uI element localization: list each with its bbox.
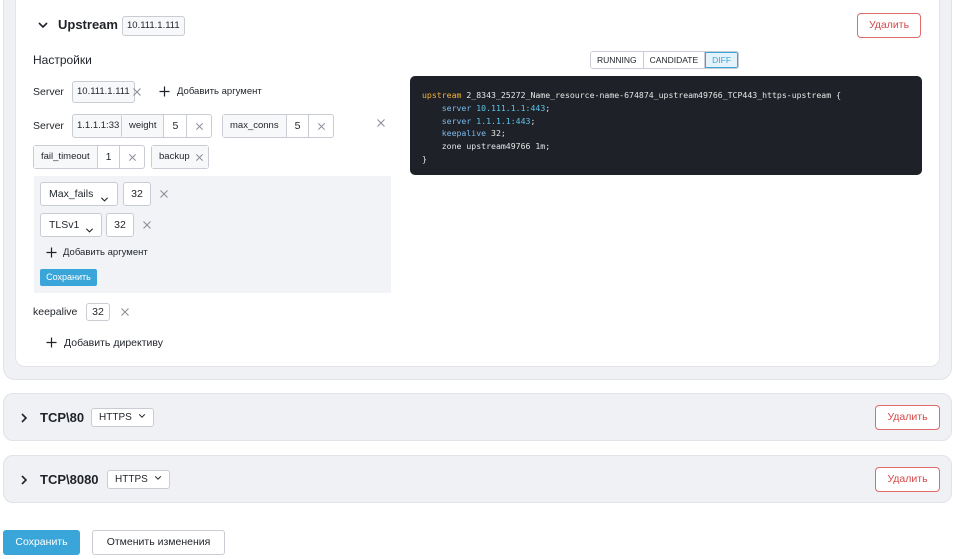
max-fails-select[interactable]: Max_fails [40, 182, 118, 206]
tls-remove-icon[interactable] [142, 220, 152, 230]
chevron-down-icon [100, 190, 109, 202]
tls-label: TLSv1 [49, 219, 80, 231]
tcp8080-delete-button[interactable]: Удалить [875, 467, 940, 492]
max-fails-remove-icon[interactable] [159, 189, 169, 199]
weight-key: weight [122, 115, 165, 137]
chevron-right-icon[interactable] [18, 412, 30, 424]
tcp8080-title: TCP\8080 [40, 472, 99, 487]
chevron-down-icon [85, 221, 94, 233]
max-fails-value[interactable]: 32 [123, 182, 151, 206]
tls-value[interactable]: 32 [106, 213, 134, 237]
max-conns-key: max_conns [223, 115, 287, 137]
cancel-changes-button[interactable]: Отменить изменения [92, 530, 225, 555]
add-directive-link[interactable]: Добавить директиву [64, 337, 163, 349]
fail-timeout-key: fail_timeout [34, 146, 98, 168]
code-text: } [422, 153, 427, 164]
upstream-delete-button[interactable]: Удалить [857, 13, 921, 38]
weight-remove-icon[interactable] [187, 115, 211, 137]
save-button[interactable]: Сохранить [3, 530, 80, 555]
fail-timeout-value[interactable]: 1 [98, 146, 121, 168]
server2-remove-icon[interactable] [376, 118, 386, 128]
fail-timeout-remove-icon[interactable] [120, 146, 144, 168]
server1-remove-icon[interactable] [132, 87, 142, 97]
server1-value[interactable]: 10.111.1.111 [72, 81, 135, 103]
view-tabs: RUNNING CANDIDATE DIFF [590, 51, 740, 69]
plus-icon[interactable] [159, 86, 170, 97]
keepalive-remove-icon[interactable] [120, 307, 130, 317]
tcp80-protocol-select[interactable]: HTTPS [91, 408, 154, 427]
server2-label: Server [33, 120, 64, 132]
tcp80-title: TCP\80 [40, 410, 85, 425]
keepalive-label: keepalive [33, 306, 78, 318]
code-keyword: keepalive [441, 128, 487, 139]
code-text: zone upstream49766 1m; [441, 141, 551, 152]
code-text: 32; [486, 128, 506, 139]
chevron-right-icon[interactable] [18, 474, 30, 486]
config-preview: upstream 2_8343_25272_Name_resource-name… [410, 76, 922, 175]
panel-save-button[interactable]: Сохранить [40, 269, 97, 286]
tcp8080-protocol-label: HTTPS [115, 474, 148, 485]
tcp8080-protocol-select[interactable]: HTTPS [107, 470, 170, 489]
server2-value[interactable]: 1.1.1.1:33 [72, 114, 125, 138]
tab-running[interactable]: RUNNING [591, 52, 644, 68]
tab-diff[interactable]: DIFF [705, 52, 739, 68]
upstream-ip-tag: 10.111.1.111 [122, 16, 185, 36]
settings-title: Настройки [33, 53, 92, 67]
fail-timeout-chip: fail_timeout 1 [33, 145, 146, 169]
keepalive-value[interactable]: 32 [86, 303, 110, 321]
code-value: 10.111.1.1:443 [476, 102, 546, 113]
backup-chip: backup [151, 145, 209, 169]
weight-value[interactable]: 5 [164, 115, 188, 137]
max-conns-value[interactable]: 5 [287, 115, 310, 137]
tcp80-protocol-label: HTTPS [99, 412, 132, 423]
server1-add-argument-link[interactable]: Добавить аргумент [177, 86, 262, 98]
panel-add-argument-link[interactable]: Добавить аргумент [63, 247, 148, 259]
tcp80-delete-button[interactable]: Удалить [875, 405, 940, 430]
plus-icon[interactable] [46, 337, 57, 348]
weight-chip: weight 5 [121, 114, 213, 138]
tls-select[interactable]: TLSv1 [40, 213, 102, 237]
max-conns-remove-icon[interactable] [309, 115, 333, 137]
code-value: 1.1.1.1:443 [476, 115, 531, 126]
max-conns-chip: max_conns 5 [222, 114, 335, 138]
chevron-down-icon [154, 476, 161, 480]
code-text: 2_8343_25272_Name_resource-name-674874_u… [461, 90, 841, 100]
code-keyword: server [441, 115, 472, 126]
chevron-down-icon [138, 414, 145, 418]
code-keyword: server [441, 102, 472, 113]
tab-candidate[interactable]: CANDIDATE [643, 52, 706, 68]
backup-key: backup [152, 146, 192, 168]
chevron-down-icon[interactable] [37, 19, 49, 31]
code-keyword: upstream [422, 90, 462, 100]
upstream-title: Upstream [58, 17, 118, 32]
backup-remove-icon[interactable] [191, 146, 208, 168]
plus-icon[interactable] [46, 247, 57, 258]
server1-label: Server [33, 86, 64, 98]
max-fails-label: Max_fails [49, 188, 94, 200]
